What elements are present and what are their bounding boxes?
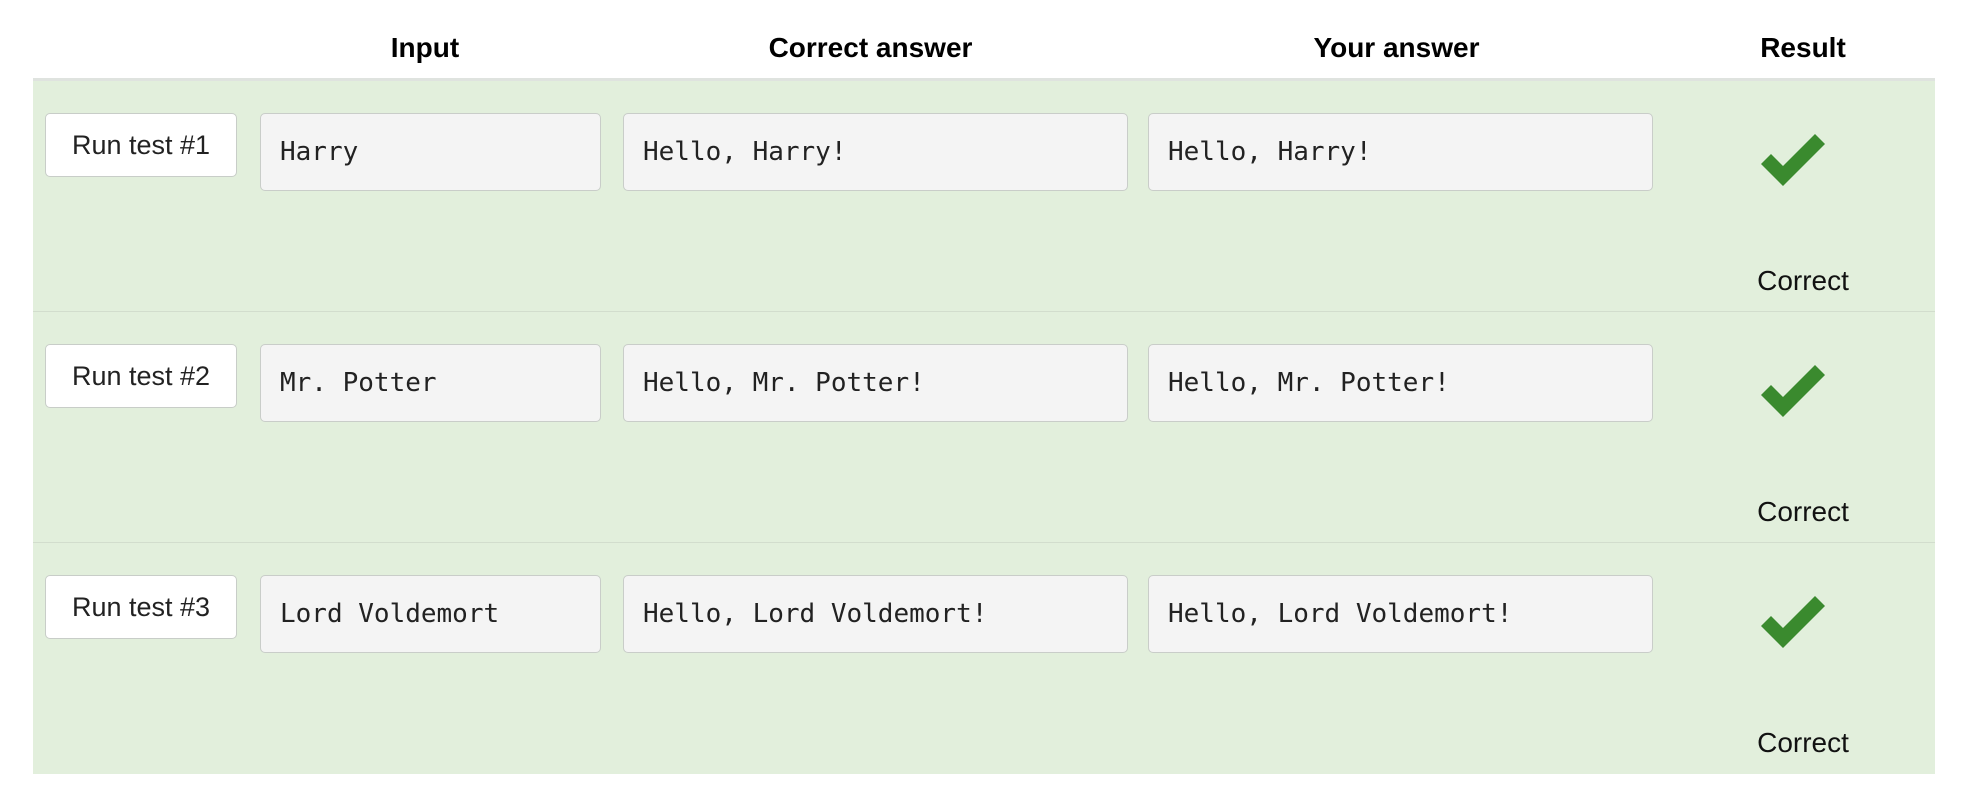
checkmark-icon <box>1761 596 1825 648</box>
test-results-table: Input Correct answer Your answer Result … <box>33 0 1935 774</box>
table-row: Run test #1 Harry Hello, Harry! Hello, H… <box>33 81 1935 312</box>
header-correct-answer: Correct answer <box>768 32 973 63</box>
correct-answer-field: Hello, Harry! <box>623 113 1128 191</box>
correct-answer-field: Hello, Lord Voldemort! <box>623 575 1128 653</box>
result-status: Correct <box>1757 496 1849 527</box>
input-field: Mr. Potter <box>260 344 601 422</box>
run-test-button[interactable]: Run test #2 <box>45 344 237 408</box>
table-header: Input Correct answer Your answer Result <box>33 0 1935 81</box>
your-answer-field: Hello, Lord Voldemort! <box>1148 575 1653 653</box>
run-test-button[interactable]: Run test #1 <box>45 113 237 177</box>
result-status: Correct <box>1757 265 1849 296</box>
header-your-answer: Your answer <box>1313 32 1480 63</box>
your-answer-field: Hello, Harry! <box>1148 113 1653 191</box>
header-result: Result <box>1760 32 1846 63</box>
result-status: Correct <box>1757 727 1849 758</box>
header-input: Input <box>390 32 460 63</box>
run-test-button[interactable]: Run test #3 <box>45 575 237 639</box>
input-field: Lord Voldemort <box>260 575 601 653</box>
input-field: Harry <box>260 113 601 191</box>
your-answer-field: Hello, Mr. Potter! <box>1148 344 1653 422</box>
correct-answer-field: Hello, Mr. Potter! <box>623 344 1128 422</box>
checkmark-icon <box>1761 134 1825 186</box>
table-row: Run test #2 Mr. Potter Hello, Mr. Potter… <box>33 312 1935 543</box>
checkmark-icon <box>1761 365 1825 417</box>
table-row: Run test #3 Lord Voldemort Hello, Lord V… <box>33 543 1935 774</box>
